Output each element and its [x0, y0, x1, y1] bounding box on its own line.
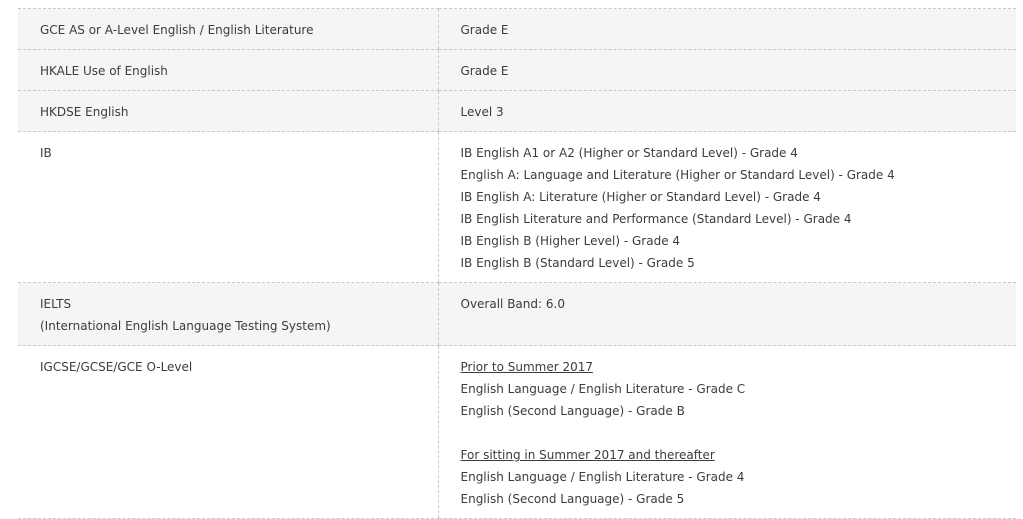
requirement-text: Grade E [460, 64, 509, 78]
table-row: HKDSE English Level 3 [18, 90, 1016, 132]
requirements-table: GCE AS or A-Level English / English Lite… [18, 8, 1016, 519]
qualification-name: HKALE Use of English [40, 64, 168, 78]
qualification-note: (International English Language Testing … [40, 319, 331, 333]
requirement-cell: Overall Band: 6.0 [437, 282, 1016, 346]
qualification-name: IB [40, 146, 52, 160]
requirement-group-heading: For sitting in Summer 2017 and thereafte… [460, 448, 715, 462]
requirement-text: Overall Band: 6.0 [460, 297, 565, 311]
requirement-text: Grade E [460, 23, 509, 37]
requirement-text: IB English A1 or A2 (Higher or Standard … [460, 146, 798, 160]
requirement-text: Level 3 [460, 105, 504, 119]
requirement-text: IB English A: Literature (Higher or Stan… [460, 190, 821, 204]
qualification-name: IGCSE/GCSE/GCE O-Level [40, 360, 193, 374]
table-row: IELTS (International English Language Te… [18, 282, 1016, 346]
requirement-text: IB English B (Higher Level) - Grade 4 [460, 234, 681, 248]
qualification-cell: IELTS (International English Language Te… [18, 282, 438, 346]
qualification-cell: IB [18, 131, 438, 283]
qualification-name: HKDSE English [40, 105, 129, 119]
requirement-text: English A: Language and Literature (High… [460, 168, 895, 182]
table-row: IB IB English A1 or A2 (Higher or Standa… [18, 131, 1016, 283]
requirement-text: English (Second Language) - Grade B [460, 404, 685, 418]
requirement-text: IB English B (Standard Level) - Grade 5 [460, 256, 695, 270]
group-spacer [461, 422, 1017, 444]
qualification-cell: HKALE Use of English [18, 49, 438, 91]
table-row: HKALE Use of English Grade E [18, 49, 1016, 91]
requirement-cell: Grade E [437, 49, 1016, 91]
requirement-text: English Language / English Literature - … [460, 382, 746, 396]
requirement-text: IB English Literature and Performance (S… [460, 212, 852, 226]
requirement-text: English Language / English Literature - … [460, 470, 745, 484]
requirement-text: English (Second Language) - Grade 5 [460, 492, 685, 506]
requirement-cell: Prior to Summer 2017 English Language / … [437, 345, 1017, 519]
table-row: GCE AS or A-Level English / English Lite… [18, 8, 1016, 50]
table-row: IGCSE/GCSE/GCE O-Level Prior to Summer 2… [18, 345, 1017, 519]
qualification-cell: HKDSE English [18, 90, 438, 132]
requirement-cell: Level 3 [437, 90, 1016, 132]
qualification-name: GCE AS or A-Level English / English Lite… [40, 23, 314, 37]
requirement-group-heading: Prior to Summer 2017 [460, 360, 594, 374]
requirement-cell: Grade E [437, 8, 1016, 50]
qualification-cell: GCE AS or A-Level English / English Lite… [18, 8, 438, 50]
requirement-cell: IB English A1 or A2 (Higher or Standard … [437, 131, 1016, 283]
qualification-cell: IGCSE/GCSE/GCE O-Level [18, 345, 438, 519]
qualification-name: IELTS [40, 297, 72, 311]
